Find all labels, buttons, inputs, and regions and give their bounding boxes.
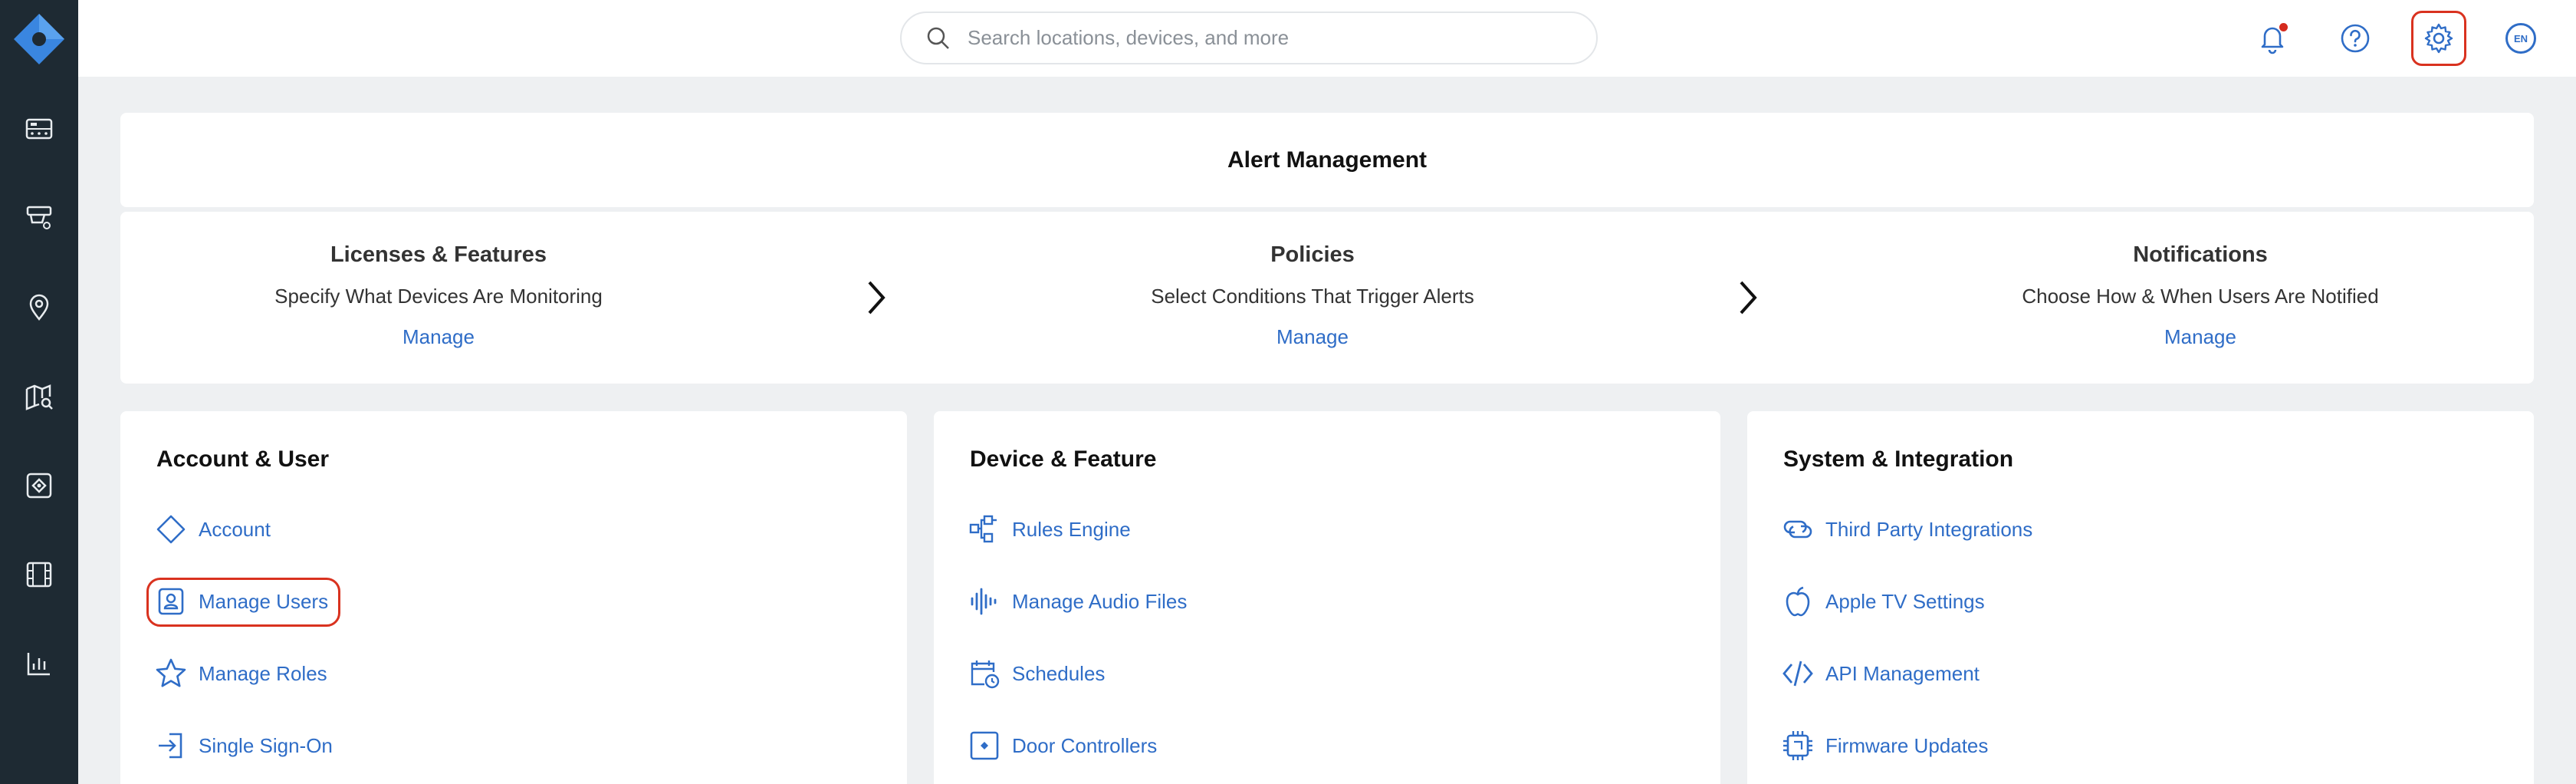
audio-wave-icon xyxy=(971,588,997,615)
notification-badge xyxy=(2279,23,2288,31)
item-label: Firmware Updates xyxy=(1825,733,1989,757)
section-title: Account & User xyxy=(156,446,330,472)
manage-audio-files-link[interactable]: Manage Audio Files xyxy=(968,578,1187,624)
help-icon[interactable] xyxy=(2334,17,2377,60)
step-title: Licenses & Features xyxy=(330,242,547,267)
item-label: Manage Roles xyxy=(199,661,327,685)
sign-in-icon xyxy=(159,733,182,759)
alert-management-header: Alert Management xyxy=(120,113,2534,207)
item-label: Apple TV Settings xyxy=(1825,589,1985,613)
firmware-updates-link[interactable]: Firmware Updates xyxy=(1781,723,1988,769)
item-label: Manage Audio Files xyxy=(1012,589,1188,613)
dashboard-icon[interactable] xyxy=(24,114,54,144)
alert-steps-panel: Licenses & Features Specify What Devices… xyxy=(120,212,2534,384)
item-label: Single Sign-On xyxy=(199,733,333,757)
apple-tv-settings-link[interactable]: Apple TV Settings xyxy=(1781,578,1985,624)
notifications-bell-icon[interactable] xyxy=(2251,17,2294,60)
settings-highlight xyxy=(2411,11,2466,66)
logo-icon[interactable] xyxy=(12,12,66,66)
chip-icon xyxy=(1783,731,1812,760)
camera-icon[interactable] xyxy=(24,203,54,233)
step-title: Notifications xyxy=(2133,242,2268,267)
item-label: API Management xyxy=(1825,661,1980,685)
step-description: Specify What Devices Are Monitoring xyxy=(274,285,603,308)
single-sign-on-link[interactable]: Single Sign-On xyxy=(154,723,333,769)
item-label: Third Party Integrations xyxy=(1825,517,2033,541)
step-title: Policies xyxy=(1270,242,1355,267)
calendar-clock-icon xyxy=(971,660,1000,689)
link-chain-icon xyxy=(1783,520,1812,539)
rules-flow-icon xyxy=(969,515,997,543)
third-party-integrations-link[interactable]: Third Party Integrations xyxy=(1781,506,2032,552)
manage-users-highlight xyxy=(146,578,340,627)
sidebar xyxy=(0,0,78,784)
star-icon xyxy=(156,658,186,687)
access-control-icon[interactable] xyxy=(24,470,54,501)
chevron-right-icon xyxy=(1740,281,1757,315)
account-link[interactable]: Account xyxy=(154,506,271,552)
notifications-manage-link[interactable]: Manage xyxy=(2164,325,2236,348)
chevron-right-icon xyxy=(868,281,886,315)
step-notifications: Notifications Choose How & When Users Ar… xyxy=(1932,242,2469,349)
section-title: System & Integration xyxy=(1783,446,2014,472)
page-title: Alert Management xyxy=(1227,147,1428,173)
item-label: Rules Engine xyxy=(1012,517,1131,541)
language-selector[interactable]: EN xyxy=(2505,23,2536,54)
step-description: Select Conditions That Trigger Alerts xyxy=(1151,285,1474,308)
item-label: Schedules xyxy=(1012,661,1106,685)
item-label: Account xyxy=(199,517,271,541)
step-licenses: Licenses & Features Specify What Devices… xyxy=(170,242,707,349)
device-feature-section: Device & Feature Rules Engine Manage Aud… xyxy=(934,411,1720,784)
search-bar[interactable] xyxy=(900,12,1598,64)
licenses-manage-link[interactable]: Manage xyxy=(402,325,475,348)
video-reel-icon[interactable] xyxy=(24,559,54,590)
search-icon xyxy=(927,27,949,49)
step-policies: Policies Select Conditions That Trigger … xyxy=(1044,242,1581,349)
apple-icon xyxy=(1786,586,1810,617)
code-icon xyxy=(1783,660,1813,687)
diamond-icon xyxy=(156,515,186,544)
map-search-icon[interactable] xyxy=(24,381,54,412)
schedules-link[interactable]: Schedules xyxy=(968,651,1105,697)
section-title: Device & Feature xyxy=(970,446,1157,472)
search-input[interactable] xyxy=(968,26,1566,50)
analytics-chart-icon[interactable] xyxy=(24,648,54,679)
policies-manage-link[interactable]: Manage xyxy=(1276,325,1349,348)
system-integration-section: System & Integration Third Party Integra… xyxy=(1747,411,2534,784)
manage-roles-link[interactable]: Manage Roles xyxy=(154,651,327,697)
door-controller-icon xyxy=(970,731,999,760)
door-controllers-link[interactable]: Door Controllers xyxy=(968,723,1157,769)
item-label: Door Controllers xyxy=(1012,733,1158,757)
location-pin-icon[interactable] xyxy=(24,292,54,322)
api-management-link[interactable]: API Management xyxy=(1781,651,1980,697)
rules-engine-link[interactable]: Rules Engine xyxy=(968,506,1131,552)
step-description: Choose How & When Users Are Notified xyxy=(2022,285,2379,308)
